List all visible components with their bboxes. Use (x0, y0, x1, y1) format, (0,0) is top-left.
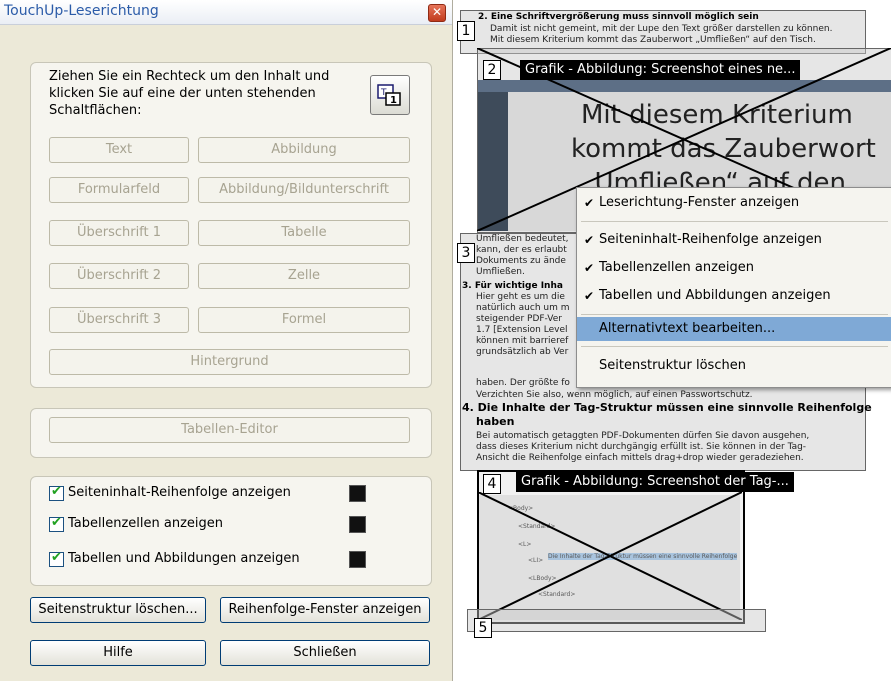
tables-figures-label: Tabellen und Abbildungen anzeigen (68, 551, 300, 566)
menu-item-label: Seitenstruktur löschen (599, 358, 746, 373)
background-button[interactable]: Hintergrund (49, 349, 410, 375)
formula-button[interactable]: Formel (198, 307, 410, 333)
doc-heading-text: 2. Eine Schriftvergrößerung muss sinnvol… (478, 12, 759, 22)
table-cells-color-swatch[interactable] (349, 516, 366, 533)
figure-button[interactable]: Abbildung (198, 137, 410, 163)
doc-line: grundsätzlich ab Ver (476, 347, 569, 357)
form-field-button[interactable]: Formularfeld (49, 177, 189, 203)
touchup-reading-order-dialog: TouchUp-Leserichtung ✕ Ziehen Sie ein Re… (0, 0, 453, 681)
check-icon: ✔ (584, 196, 595, 210)
check-icon: ✔ (584, 233, 595, 247)
doc-line: Ansicht die Reihenfolge einfach mittels … (476, 453, 804, 463)
heading2-button[interactable]: Überschrift 2 (49, 263, 189, 289)
check-icon: ✔ (51, 550, 62, 565)
doc-line: haben (476, 415, 515, 429)
check-icon: ✔ (584, 261, 595, 275)
figure2-label: Grafik - Abbildung: Screenshot eines ne.… (520, 60, 801, 80)
clear-structure-button[interactable]: Seitenstruktur löschen... (30, 597, 206, 623)
doc-list-item-3: 3. Für wichtige Inha (462, 281, 563, 291)
menu-item-clear-page-structure[interactable]: Seitenstruktur löschen (577, 354, 891, 378)
doc-line: Dokuments zu ände (476, 256, 566, 266)
menu-item-edit-alt-text[interactable]: Alternativtext bearbeiten... (577, 317, 891, 341)
doc-line: 3. Für wichtige Inha (462, 281, 563, 292)
doc-line: steigender PDF-Ver (476, 314, 562, 324)
doc-line: Mit diesem Kriterium kommt das Zauberwor… (490, 35, 816, 45)
menu-item-show-reading-order-window[interactable]: ✔ Leserichtung-Fenster anzeigen (577, 191, 891, 215)
close-button[interactable]: Schließen (220, 640, 430, 666)
checkbox-box[interactable]: ✔ (49, 484, 64, 501)
reading-order-context-menu: ✔ Leserichtung-Fenster anzeigen ✔ Seiten… (576, 187, 891, 388)
doc-line: Umfließen. (476, 267, 525, 277)
select-tool-button[interactable]: T 1 (370, 75, 410, 115)
menu-item-label: Leserichtung-Fenster anzeigen (599, 195, 800, 210)
order-badge-2: 2 (483, 60, 501, 80)
check-icon: ✔ (51, 484, 62, 499)
doc-line: kann, der es erlaubt (476, 245, 567, 255)
reading-order-region-5[interactable] (467, 609, 766, 632)
doc-heading-line: 2. Eine Schriftvergrößerung muss sinnvol… (478, 12, 759, 23)
doc-line: 1.7 [Extension Level (476, 325, 568, 335)
dialog-titlebar[interactable]: TouchUp-Leserichtung ✕ (0, 0, 452, 25)
order-badge-5: 5 (474, 618, 492, 638)
menu-item-label: Tabellenzellen anzeigen (599, 260, 755, 275)
heading1-button[interactable]: Überschrift 1 (49, 220, 189, 246)
menu-item-label: Seiteninhalt-Reihenfolge anzeigen (599, 232, 822, 247)
heading3-button[interactable]: Überschrift 3 (49, 307, 189, 333)
doc-line: Bei automatisch getaggten PDF-Dokumenten… (476, 431, 810, 441)
doc-line: haben. Der größte fo (476, 378, 570, 388)
doc-line: 4. Die Inhalte der Tag-Struktur müssen e… (462, 401, 872, 415)
svg-text:1: 1 (390, 95, 397, 106)
doc-line: können mit barrieref (476, 336, 569, 346)
doc-line: Hier geht es um die (476, 292, 565, 302)
table-button[interactable]: Tabelle (198, 220, 410, 246)
menu-separator (581, 346, 888, 347)
menu-item-show-tables-figures[interactable]: ✔ Tabellen und Abbildungen anzeigen (577, 284, 891, 308)
table-editor-button[interactable]: Tabellen-Editor (49, 417, 410, 443)
doc-list-item-4: 4. Die Inhalte der Tag-Struktur müssen e… (462, 401, 872, 414)
page-order-label: Seiteninhalt-Reihenfolge anzeigen (68, 485, 291, 500)
help-button[interactable]: Hilfe (30, 640, 206, 666)
doc-line: Damit ist nicht gemeint, mit der Lupe de… (490, 24, 833, 34)
menu-item-show-table-cells[interactable]: ✔ Tabellenzellen anzeigen (577, 256, 891, 280)
doc-line: natürlich auch um m (476, 303, 570, 313)
order-badge-3: 3 (457, 243, 475, 263)
menu-separator (581, 314, 888, 315)
check-icon: ✔ (584, 289, 595, 303)
figure-caption-button[interactable]: Abbildung/Bildunterschrift (198, 177, 410, 203)
doc-line: dass dieses Kriterium nicht durchgängig … (476, 442, 807, 452)
instructions-text: Ziehen Sie ein Rechteck um den Inhalt un… (49, 69, 330, 118)
checkbox-box[interactable]: ✔ (49, 550, 64, 567)
figure4-cross-lines (478, 492, 742, 620)
select-rectangle-icon: T 1 (377, 84, 401, 106)
cell-button[interactable]: Zelle (198, 263, 410, 289)
doc-line: Umfließen bedeutet, (476, 234, 569, 244)
page-order-color-swatch[interactable] (349, 485, 366, 502)
check-icon: ✔ (51, 515, 62, 530)
tables-figures-color-swatch[interactable] (349, 551, 366, 568)
checkbox-box[interactable]: ✔ (49, 515, 64, 532)
order-window-button[interactable]: Reihenfolge-Fenster anzeigen (220, 597, 430, 623)
figure4-label: Grafik - Abbildung: Screenshot der Tag-.… (516, 472, 794, 492)
text-button[interactable]: Text (49, 137, 189, 163)
menu-item-show-page-order[interactable]: ✔ Seiteninhalt-Reihenfolge anzeigen (577, 228, 891, 252)
dialog-title: TouchUp-Leserichtung (4, 3, 159, 19)
menu-item-label: Tabellen und Abbildungen anzeigen (599, 288, 831, 303)
menu-item-label: Alternativtext bearbeiten... (599, 321, 776, 336)
doc-list-item-4-cont: haben (476, 415, 515, 428)
menu-separator (581, 221, 888, 222)
close-icon[interactable]: ✕ (428, 4, 446, 22)
order-badge-1: 1 (457, 21, 475, 41)
order-badge-4: 4 (483, 474, 501, 494)
table-cells-label: Tabellenzellen anzeigen (68, 516, 224, 531)
doc-line: Verzichten Sie also, wenn möglich, auf e… (476, 390, 753, 400)
